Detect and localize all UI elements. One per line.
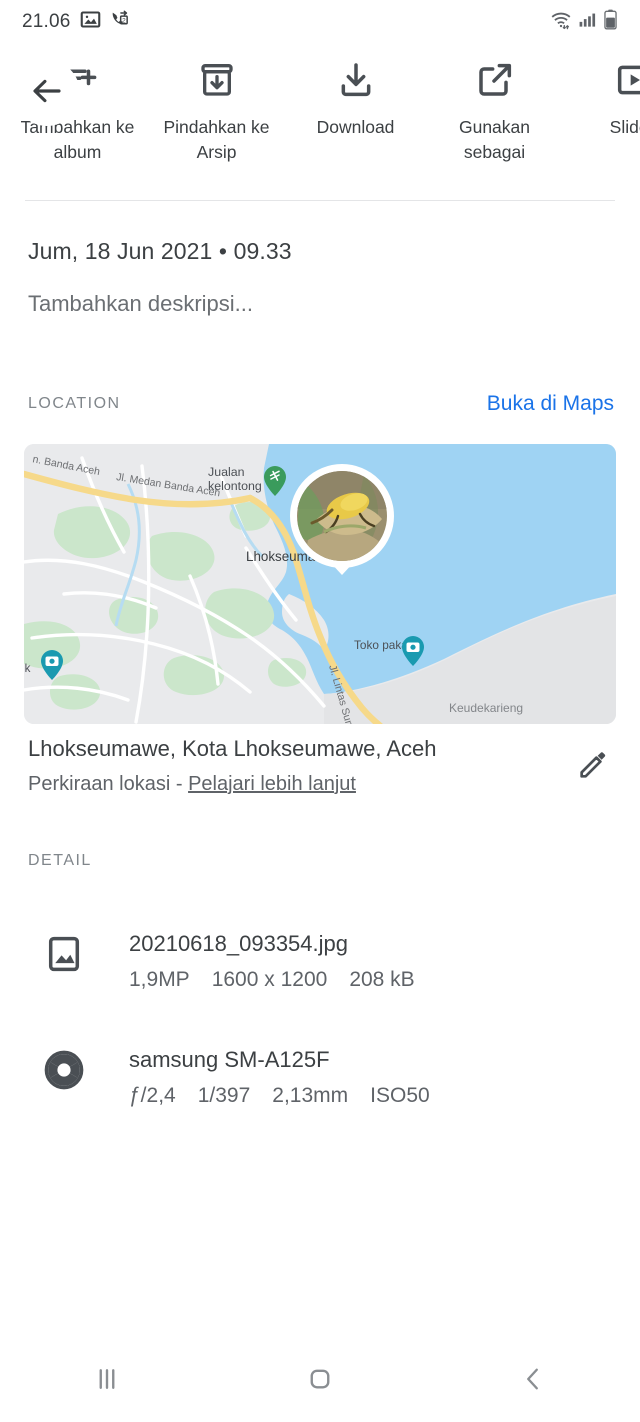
- action-label: Pindahkan ke Arsip: [163, 117, 270, 162]
- learn-more-link[interactable]: Pelajari lebih lanjut: [188, 773, 356, 795]
- place-text: Lhokseumawe, Kota Lhokseumawe, Aceh Perk…: [28, 734, 436, 796]
- description-input[interactable]: Tambahkan deskripsi...: [28, 291, 612, 317]
- nav-recents-button[interactable]: [57, 1350, 157, 1412]
- home-icon: [305, 1364, 335, 1399]
- recents-icon: [92, 1364, 122, 1399]
- file-megapixels: 1,9MP: [129, 968, 190, 991]
- location-caption: LOCATION: [28, 395, 121, 412]
- file-info: 20210618_093354.jpg 1,9MP 1600 x 1200 208 …: [129, 930, 415, 992]
- place-row: Lhokseumawe, Kota Lhokseumawe, Aceh Perk…: [28, 734, 614, 796]
- action-label: Slides: [609, 117, 640, 137]
- camera-focal-length: 2,13mm: [272, 1084, 349, 1107]
- action-use-as[interactable]: Gunakan sebagai: [425, 44, 564, 165]
- photo-actions-row: Tambahkan ke album Pindahkan ke Arsip Do…: [0, 44, 640, 194]
- action-download[interactable]: Download: [286, 44, 425, 140]
- back-arrow-icon: [29, 73, 65, 114]
- open-in-maps-link[interactable]: Buka di Maps: [487, 392, 614, 416]
- camera-meta: ƒ/2,4 1/397 2,13mm ISO50: [129, 1084, 430, 1108]
- status-bar: 21.06 2: [0, 0, 640, 44]
- detail-caption: DETAIL: [28, 852, 92, 869]
- file-meta: 1,9MP 1600 x 1200 208 kB: [129, 968, 415, 992]
- file-name: 20210618_093354.jpg: [129, 931, 349, 956]
- status-clock: 21.06: [22, 11, 71, 32]
- header-divider: [25, 200, 615, 201]
- image-file-icon: [40, 930, 88, 978]
- system-nav-bar: [0, 1340, 640, 1422]
- file-dimensions: 1600 x 1200: [211, 968, 328, 991]
- action-label: Tambahkan ke album: [20, 117, 135, 162]
- nav-home-button[interactable]: [270, 1350, 370, 1412]
- download-icon: [336, 58, 376, 102]
- svg-text:2: 2: [122, 17, 126, 24]
- camera-info: samsung SM-A125F ƒ/2,4 1/397 2,13mm ISO50: [129, 1046, 430, 1108]
- action-label: Gunakan sebagai: [458, 117, 531, 162]
- place-subtitle: Perkiraan lokasi - Pelajari lebih lanjut: [28, 773, 436, 796]
- map-label: ik: [24, 662, 31, 675]
- place-sub-prefix: Perkiraan lokasi -: [28, 773, 189, 795]
- open-external-icon: [475, 58, 515, 102]
- map-label: kelontong: [208, 479, 262, 493]
- nav-back-button[interactable]: [483, 1350, 583, 1412]
- file-size: 208 kB: [349, 968, 415, 991]
- status-bar-left: 21.06 2: [22, 9, 131, 35]
- photo-datetime[interactable]: Jum, 18 Jun 2021 • 09.33: [28, 238, 612, 265]
- action-label: Download: [316, 117, 395, 137]
- archive-icon: [197, 58, 237, 102]
- back-button[interactable]: [14, 60, 80, 126]
- map-label: Keudekarieng: [449, 701, 523, 715]
- slideshow-icon: [614, 58, 640, 102]
- map-label: Jualan: [208, 465, 245, 479]
- pencil-icon: [576, 752, 610, 786]
- detail-row-file[interactable]: 20210618_093354.jpg 1,9MP 1600 x 1200 208 …: [40, 930, 614, 992]
- image-icon: [80, 9, 101, 35]
- camera-model: samsung SM-A125F: [129, 1047, 330, 1072]
- camera-aperture: ƒ/2,4: [129, 1084, 176, 1107]
- status-bar-right: [550, 9, 618, 36]
- location-map[interactable]: n. Banda Aceh Jl. Medan Banda Aceh Juala…: [24, 444, 616, 724]
- action-move-to-archive[interactable]: Pindahkan ke Arsip: [147, 44, 286, 165]
- wifi-icon: [550, 9, 572, 36]
- call-forward-2-icon: 2: [110, 9, 131, 35]
- aperture-icon: [40, 1046, 88, 1094]
- camera-shutter: 1/397: [197, 1084, 251, 1107]
- battery-icon: [603, 9, 618, 35]
- photo-info-block: Jum, 18 Jun 2021 • 09.33 Tambahkan deskr…: [28, 238, 612, 317]
- detail-row-camera[interactable]: samsung SM-A125F ƒ/2,4 1/397 2,13mm ISO50: [40, 1046, 614, 1108]
- nav-back-icon: [518, 1364, 548, 1399]
- signal-bars-icon: [578, 10, 597, 34]
- edit-location-button[interactable]: [576, 734, 614, 787]
- place-title: Lhokseumawe, Kota Lhokseumawe, Aceh: [28, 736, 437, 761]
- action-slideshow[interactable]: Slides: [564, 44, 640, 140]
- camera-iso: ISO50: [370, 1084, 430, 1107]
- location-header: LOCATION Buka di Maps: [28, 392, 614, 416]
